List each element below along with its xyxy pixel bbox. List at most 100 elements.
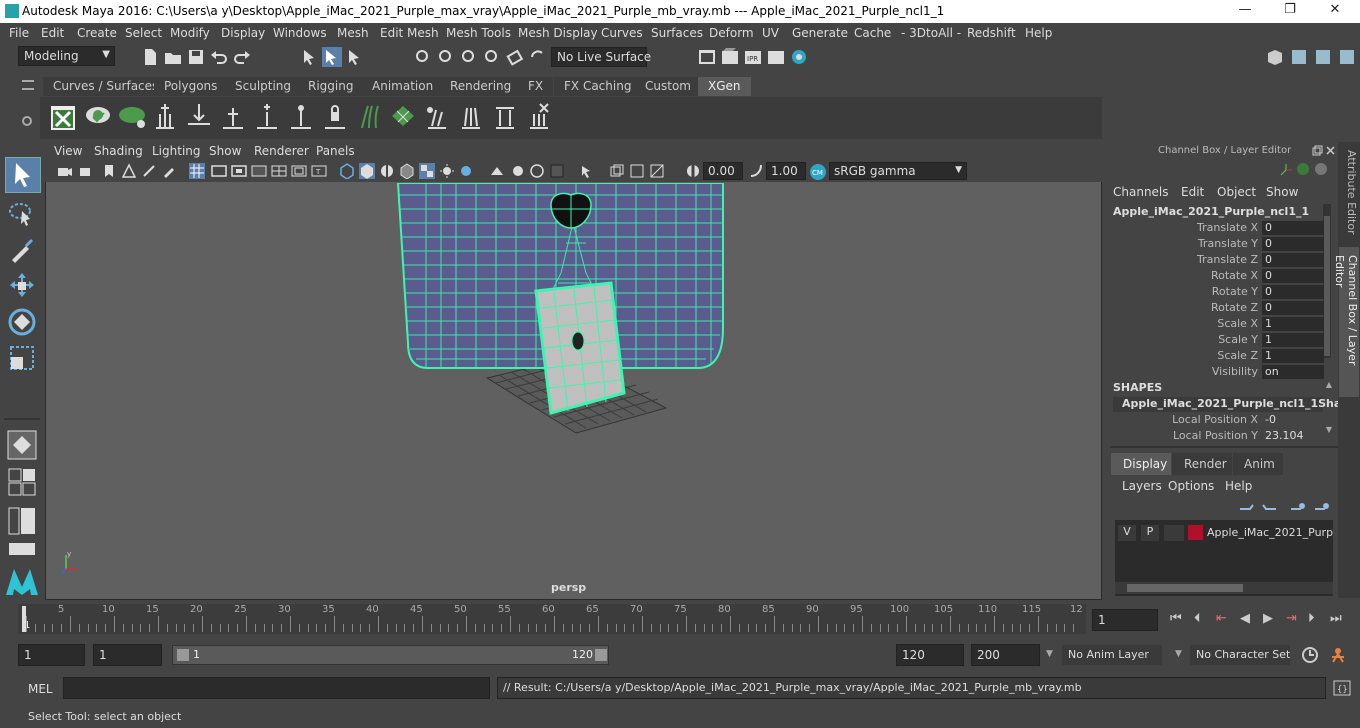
exposure-field[interactable]: 0.00: [703, 162, 743, 180]
command-language-label[interactable]: MEL: [28, 682, 53, 696]
depth-of-field-icon[interactable]: [549, 163, 565, 179]
render-frame-icon[interactable]: [720, 47, 740, 67]
field-chart-icon[interactable]: [271, 163, 287, 179]
save-scene-icon[interactable]: [186, 47, 206, 67]
panel-close-icon[interactable]: [1325, 145, 1336, 156]
shape-name[interactable]: Apple_iMac_2021_Purple_ncl1_1Shape: [1113, 397, 1357, 412]
resolution-gate-icon[interactable]: [231, 163, 247, 179]
menu-mesh-tools[interactable]: Mesh Tools: [446, 26, 511, 40]
attr-value-translate-z[interactable]: 0: [1262, 253, 1324, 267]
menu-uv[interactable]: UV: [762, 26, 779, 40]
bookmark-icon[interactable]: [101, 163, 117, 179]
xgen-curves-to-guides-icon[interactable]: [492, 102, 518, 132]
xgen-preview-icon[interactable]: [84, 104, 112, 130]
anim-layer-selector[interactable]: No Anim Layer: [1062, 645, 1162, 665]
wireframe-on-shaded-icon[interactable]: [399, 163, 415, 179]
xgen-bake-guides-icon[interactable]: [424, 102, 450, 132]
attr-value-scale-z[interactable]: 1: [1262, 349, 1324, 363]
xray-icon[interactable]: [609, 163, 625, 179]
range-start-handle[interactable]: [177, 649, 189, 661]
shape-attr-value-local-position-x[interactable]: -0: [1262, 413, 1324, 427]
hypershade-icon[interactable]: [789, 47, 809, 67]
vp-menu-lighting[interactable]: Lighting: [152, 144, 201, 158]
gamma-icon[interactable]: [748, 163, 764, 179]
snap-icon[interactable]: [528, 47, 548, 67]
attr-value-scale-x[interactable]: 1: [1262, 317, 1324, 331]
gate-mask-icon[interactable]: [251, 163, 267, 179]
ipr-render-icon[interactable]: IPR: [743, 47, 763, 67]
tab-xgen[interactable]: XGen: [698, 77, 751, 96]
xgen-delete-guides-icon[interactable]: [526, 102, 552, 132]
menu-windows[interactable]: Windows: [273, 26, 327, 40]
2d-pan-zoom-icon[interactable]: [141, 163, 157, 179]
camera-attributes-icon[interactable]: [79, 163, 95, 179]
vp-menu-panels[interactable]: Panels: [316, 144, 355, 158]
exposure-icon[interactable]: [685, 163, 701, 179]
animation-start-field[interactable]: 1: [18, 644, 85, 666]
menu-surfaces[interactable]: Surfaces: [651, 26, 703, 40]
open-scene-icon[interactable]: [163, 47, 183, 67]
grid-toggle-icon[interactable]: [189, 163, 205, 179]
smooth-shade-all-icon[interactable]: [359, 163, 375, 179]
layer-hscrollbar[interactable]: [1115, 582, 1333, 594]
go-to-end-icon[interactable]: ⏭: [1330, 611, 1342, 626]
attr-value-translate-y[interactable]: 0: [1262, 237, 1324, 251]
layer-tab-display[interactable]: Display: [1111, 453, 1171, 475]
motion-blur-icon[interactable]: [509, 163, 525, 179]
xgen-normalize-guides-icon[interactable]: [356, 102, 382, 132]
snap-view-plane-icon[interactable]: [482, 47, 502, 67]
animation-preferences-icon[interactable]: [1328, 645, 1348, 665]
step-forward-frame-icon[interactable]: ⏵: [1308, 611, 1315, 626]
scale-tool-icon[interactable]: [6, 342, 38, 374]
channel-icon-b[interactable]: [1314, 162, 1328, 176]
menu-curves[interactable]: Curves: [601, 26, 643, 40]
safe-action-icon[interactable]: [291, 163, 307, 179]
attr-value-visibility[interactable]: on: [1262, 365, 1324, 379]
xgen-lock-length-icon[interactable]: [322, 102, 348, 132]
shelf-menu-icon[interactable]: [22, 80, 34, 90]
viewport-panel[interactable]: y persp: [45, 142, 1102, 600]
layer-menu-options[interactable]: Options: [1168, 479, 1214, 493]
wireframe-shading-icon[interactable]: [339, 163, 355, 179]
command-input[interactable]: [63, 677, 490, 699]
shade-with-default-material-icon[interactable]: [379, 163, 395, 179]
channel-scrollbar-thumb[interactable]: [1324, 216, 1330, 356]
tab-polygons[interactable]: Polygons: [154, 77, 228, 96]
live-surface-field[interactable]: No Live Surface: [551, 47, 651, 67]
isolate-select-icon[interactable]: [579, 163, 595, 179]
snap-live-icon[interactable]: [505, 47, 525, 67]
show-tool-settings-icon[interactable]: [1313, 47, 1333, 67]
layer-visibility-toggle[interactable]: V: [1118, 525, 1136, 541]
go-to-start-icon[interactable]: ⏮: [1170, 611, 1182, 626]
xray-joints-icon[interactable]: [629, 163, 645, 179]
character-set-chevron-icon[interactable]: ▼: [1175, 649, 1182, 659]
step-forward-key-icon[interactable]: ⇥: [1286, 611, 1297, 626]
channel-icon-a[interactable]: [1296, 162, 1310, 176]
step-back-frame-icon[interactable]: ⏴: [1194, 611, 1201, 626]
attr-value-translate-x[interactable]: 0: [1262, 221, 1324, 235]
vp-menu-show[interactable]: Show: [209, 144, 241, 158]
show-attribute-editor-icon[interactable]: [1289, 47, 1309, 67]
play-backwards-icon[interactable]: ◀: [1240, 611, 1250, 626]
layer-name[interactable]: Apple_iMac_2021_Purple: [1207, 526, 1333, 539]
menu-redshift[interactable]: Redshift: [967, 26, 1016, 40]
safe-title-icon[interactable]: T: [311, 163, 327, 179]
workspace-icon[interactable]: [1265, 47, 1285, 67]
script-editor-icon[interactable]: {}: [1332, 679, 1352, 697]
menu-mesh-display[interactable]: Mesh Display: [518, 26, 598, 40]
tab-fx[interactable]: FX: [518, 77, 554, 96]
show-channel-box-icon[interactable]: [1337, 47, 1357, 67]
film-gate-icon[interactable]: [211, 163, 227, 179]
layer-playback-toggle[interactable]: P: [1141, 525, 1159, 541]
xgen-add-remove-guides-icon[interactable]: [254, 102, 280, 132]
menu-edit-mesh[interactable]: Edit Mesh: [380, 26, 439, 40]
xgen-grid-icon[interactable]: [390, 102, 416, 132]
cb-menu-edit[interactable]: Edit: [1181, 185, 1204, 199]
grease-pencil-icon[interactable]: [161, 163, 177, 179]
close-button[interactable]: ✕: [1325, 2, 1345, 20]
tab-rigging[interactable]: Rigging: [298, 77, 364, 96]
menu-deform[interactable]: Deform: [709, 26, 754, 40]
xgen-guide-tool-icon[interactable]: [186, 102, 212, 132]
new-layer-selected-icon[interactable]: [1313, 501, 1329, 513]
current-frame-field[interactable]: 1: [1092, 609, 1158, 631]
